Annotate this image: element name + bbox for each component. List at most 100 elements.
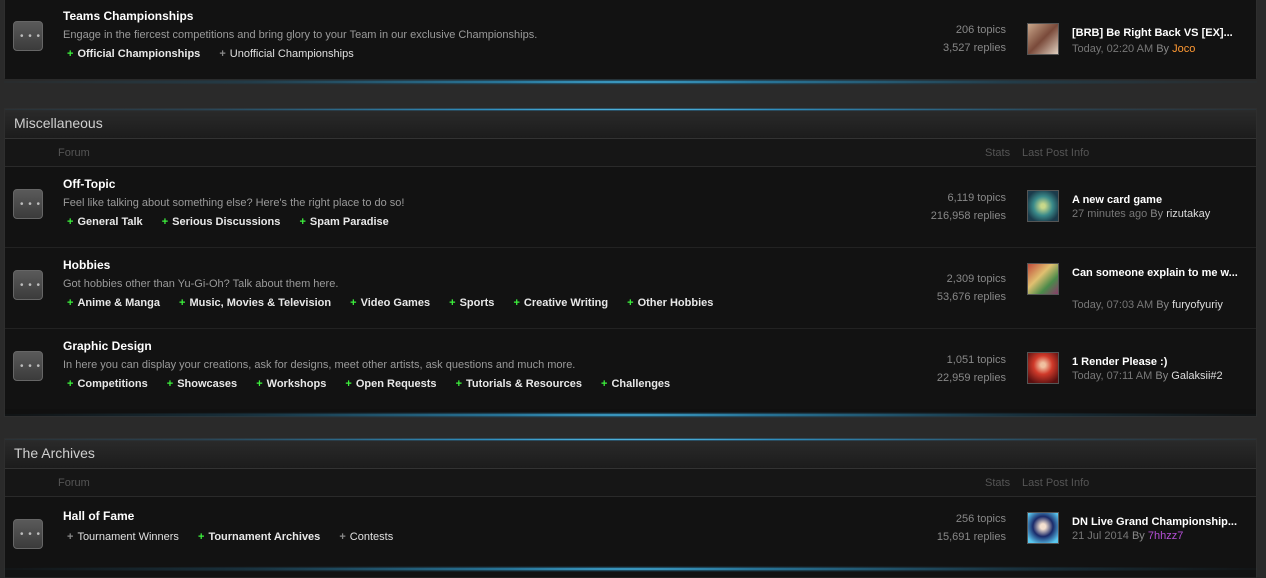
plus-icon: + xyxy=(455,378,463,390)
plus-icon: + xyxy=(256,378,263,390)
last-post-user[interactable]: furyofyuriy xyxy=(1172,299,1223,311)
column-forum: Forum xyxy=(58,147,90,159)
subforum-link[interactable]: + Tournament Archives xyxy=(198,531,320,543)
subforum-link[interactable]: + Contests xyxy=(339,531,393,543)
subforum-list: + Tournament Winners + Tournament Archives… xyxy=(67,531,409,543)
subforum-link[interactable]: + Showcases xyxy=(167,378,237,390)
subforum-link[interactable]: + Workshops xyxy=(256,378,326,390)
reply-count: 22,959 replies xyxy=(936,372,1006,384)
category-header[interactable]: Miscellaneous xyxy=(5,108,1256,139)
reply-count: 53,676 replies xyxy=(936,291,1006,303)
plus-icon: + xyxy=(67,378,74,390)
forum-title-link[interactable]: Teams Championships xyxy=(63,9,193,23)
last-post-title[interactable]: 1 Render Please :) xyxy=(1072,353,1242,371)
plus-icon: + xyxy=(67,531,74,543)
last-post-time: Today, 02:20 AM xyxy=(1072,43,1154,55)
forum-stats: 256 topics 15,691 replies xyxy=(937,510,1006,546)
forum-title-link[interactable]: Graphic Design xyxy=(63,339,152,353)
last-post-meta: 27 minutes ago By rizutakay xyxy=(1072,208,1211,220)
forum-description: Feel like talking about something else? … xyxy=(63,197,405,209)
forum-stats: 1,051 topics 22,959 replies xyxy=(937,351,1006,387)
subforum-list: + Competitions + Showcases + Workshops + Ope… xyxy=(67,378,686,390)
category-title[interactable]: The Archives xyxy=(14,445,95,461)
last-post-user[interactable]: Galaksii#2 xyxy=(1171,370,1222,382)
forum-stats: 6,119 topics 216,958 replies xyxy=(931,189,1006,225)
last-post-title[interactable]: Can someone explain to me w... xyxy=(1072,264,1242,282)
subforum-link[interactable]: + Other Hobbies xyxy=(627,297,713,309)
avatar[interactable] xyxy=(1027,190,1059,222)
last-post-meta: Today, 07:11 AM By Galaksii#2 xyxy=(1072,370,1223,382)
divider-glow xyxy=(4,412,1257,418)
last-post-title[interactable]: A new card game xyxy=(1072,191,1242,209)
forum-title-link[interactable]: Hall of Fame xyxy=(63,509,134,523)
last-post-meta: 21 Jul 2014 By 7hhzz7 xyxy=(1072,530,1184,542)
avatar[interactable] xyxy=(1027,263,1059,295)
subforum-link[interactable]: + Tutorials & Resources xyxy=(456,378,582,390)
last-post-title[interactable]: [BRB] Be Right Back VS [EX]... xyxy=(1072,24,1242,42)
subforum-link[interactable]: + Competitions xyxy=(67,378,148,390)
subforum-link[interactable]: + Anime & Manga xyxy=(67,297,160,309)
forum-description: Got hobbies other than Yu-Gi-Oh? Talk ab… xyxy=(63,278,339,290)
last-post-time: Today, 07:03 AM xyxy=(1072,299,1154,311)
plus-icon: + xyxy=(350,297,357,309)
plus-icon: + xyxy=(219,48,226,60)
subforum-link[interactable]: + Unofficial Championships xyxy=(219,48,353,60)
plus-icon: + xyxy=(161,216,169,228)
subforum-link[interactable]: + Creative Writing xyxy=(513,297,608,309)
forum-status-icon: • • • xyxy=(13,21,43,51)
last-post-user[interactable]: Joco xyxy=(1172,43,1195,55)
reply-count: 3,527 replies xyxy=(943,42,1006,54)
plus-icon: + xyxy=(166,378,174,390)
column-forum: Forum xyxy=(58,477,90,489)
avatar[interactable] xyxy=(1027,23,1059,55)
subforum-link[interactable]: + Challenges xyxy=(601,378,670,390)
plus-icon: + xyxy=(198,531,205,543)
subforum-link[interactable]: + Sports xyxy=(449,297,494,309)
last-post-user[interactable]: 7hhzz7 xyxy=(1148,530,1183,542)
topic-count: 6,119 topics xyxy=(947,192,1006,204)
plus-icon: + xyxy=(627,297,634,309)
forum-row-graphic-design: • • • Graphic Design In here you can dis… xyxy=(5,329,1256,409)
plus-icon: + xyxy=(339,531,346,543)
plus-icon: + xyxy=(67,216,74,228)
last-post-user[interactable]: rizutakay xyxy=(1166,208,1210,220)
forum-status-icon: • • • xyxy=(13,519,43,549)
subforum-link[interactable]: + Serious Discussions xyxy=(162,216,281,228)
subforum-link[interactable]: + Video Games xyxy=(350,297,430,309)
column-stats: Stats xyxy=(985,477,1011,489)
subforum-link[interactable]: + Official Championships xyxy=(67,48,200,60)
forum-block-teams: • • • Teams Championships Engage in the … xyxy=(4,0,1257,79)
forum-description: Engage in the fiercest competitions and … xyxy=(63,29,538,41)
subforum-link[interactable]: + Tournament Winners xyxy=(67,531,179,543)
forum-title-link[interactable]: Hobbies xyxy=(63,258,110,272)
subforum-link[interactable]: + Spam Paradise xyxy=(299,216,388,228)
forum-stats: 206 topics 3,527 replies xyxy=(943,21,1006,57)
avatar[interactable] xyxy=(1027,512,1059,544)
category-miscellaneous: Miscellaneous Forum Stats Last Post Info… xyxy=(4,108,1257,417)
topic-count: 206 topics xyxy=(955,24,1006,36)
subforum-list: + General Talk + Serious Discussions + Spam… xyxy=(67,216,405,228)
category-title[interactable]: Miscellaneous xyxy=(14,115,103,131)
subforum-link[interactable]: + Open Requests xyxy=(345,378,436,390)
forum-row-hobbies: • • • Hobbies Got hobbies other than Yu-… xyxy=(5,248,1256,329)
topic-count: 2,309 topics xyxy=(946,273,1006,285)
plus-icon: + xyxy=(345,378,352,390)
forum-stats: 2,309 topics 53,676 replies xyxy=(937,270,1006,306)
forum-row: • • • Teams Championships Engage in the … xyxy=(5,0,1256,79)
last-post-time: 21 Jul 2014 xyxy=(1072,530,1129,542)
forum-title-link[interactable]: Off-Topic xyxy=(63,177,115,191)
subforum-link[interactable]: + General Talk xyxy=(67,216,143,228)
column-stats: Stats xyxy=(985,147,1011,159)
header-glow xyxy=(5,108,1256,111)
last-post-time: 27 minutes ago xyxy=(1072,208,1148,220)
plus-icon: + xyxy=(67,48,74,60)
category-header[interactable]: The Archives xyxy=(5,438,1256,469)
subforum-link[interactable]: + Music, Movies & Television xyxy=(179,297,331,309)
plus-icon: + xyxy=(179,297,186,309)
column-last-post: Last Post Info xyxy=(1022,147,1090,159)
last-post-meta: Today, 02:20 AM By Joco xyxy=(1072,43,1196,55)
reply-count: 216,958 replies xyxy=(930,210,1006,222)
avatar[interactable] xyxy=(1027,352,1059,384)
subforum-list: + Official Championships + Unofficial Cham… xyxy=(67,48,370,60)
last-post-title[interactable]: DN Live Grand Championship... xyxy=(1072,513,1257,531)
